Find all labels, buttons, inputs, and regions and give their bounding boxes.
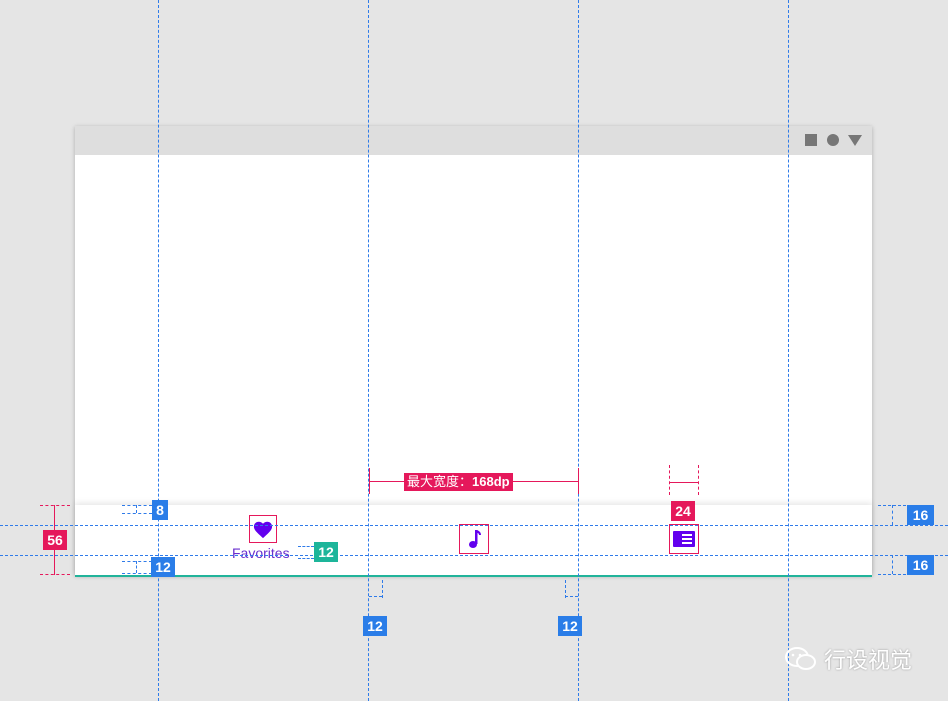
heart-icon-box (249, 515, 277, 543)
news-icon-box (669, 524, 699, 554)
news-icon (673, 531, 695, 547)
bottom-padding-badge: 12 (151, 557, 175, 577)
spec-line (565, 596, 578, 597)
spec-line (669, 482, 698, 483)
bottom-navigation: Favorites (75, 505, 872, 577)
spec-tick (122, 505, 152, 506)
square-icon (805, 134, 817, 146)
spec-tick (298, 558, 314, 559)
spec-tick (122, 561, 152, 562)
max-width-label: 最大宽度： (407, 474, 473, 489)
nav-label-favorites: Favorites (232, 545, 290, 561)
nav-item-music[interactable] (459, 524, 489, 554)
item-padding-right-badge: 12 (558, 616, 582, 636)
spec-line (136, 505, 137, 513)
guide-line (578, 0, 579, 701)
spec-tick (298, 546, 314, 547)
watermark-text: 行设视觉 (824, 648, 913, 673)
triangle-icon (848, 135, 862, 146)
nav-item-favorites[interactable]: Favorites (230, 515, 300, 565)
label-gap-badge: 12 (314, 542, 338, 562)
spec-tick (40, 574, 70, 575)
music-icon-box (459, 524, 489, 554)
icon-size-badge: 24 (671, 501, 695, 521)
guide-line (788, 0, 789, 701)
device-window: Favorites (75, 126, 872, 577)
right-bottom-badge: 16 (907, 555, 934, 575)
guide-line (158, 0, 159, 701)
spec-line (136, 561, 137, 573)
nav-item-news[interactable] (669, 524, 699, 554)
item-padding-left-badge: 12 (363, 616, 387, 636)
spec-tick (669, 465, 670, 495)
spec-tick (40, 505, 70, 506)
watermark: 行设视觉 (784, 645, 912, 673)
spec-tick (698, 465, 699, 495)
spec-line (369, 596, 382, 597)
guide-line (0, 555, 948, 556)
spec-tick (369, 468, 370, 494)
top-padding-badge: 8 (152, 500, 168, 520)
guide-line (0, 525, 948, 526)
spec-line (892, 505, 893, 525)
spec-tick (382, 580, 383, 598)
max-width-value: 168dp (472, 474, 510, 489)
right-top-badge: 16 (907, 505, 934, 525)
wechat-icon (785, 647, 816, 670)
spec-tick (122, 573, 152, 574)
max-width-badge: 最大宽度：168dp (404, 473, 513, 491)
heart-icon (253, 521, 273, 539)
nav-height-badge: 56 (43, 530, 67, 550)
spec-tick (578, 468, 579, 494)
spec-line (892, 555, 893, 574)
status-bar (75, 126, 872, 155)
circle-icon (827, 134, 839, 146)
spec-tick (122, 513, 152, 514)
spec-tick (878, 574, 906, 575)
music-note-icon (469, 530, 481, 548)
